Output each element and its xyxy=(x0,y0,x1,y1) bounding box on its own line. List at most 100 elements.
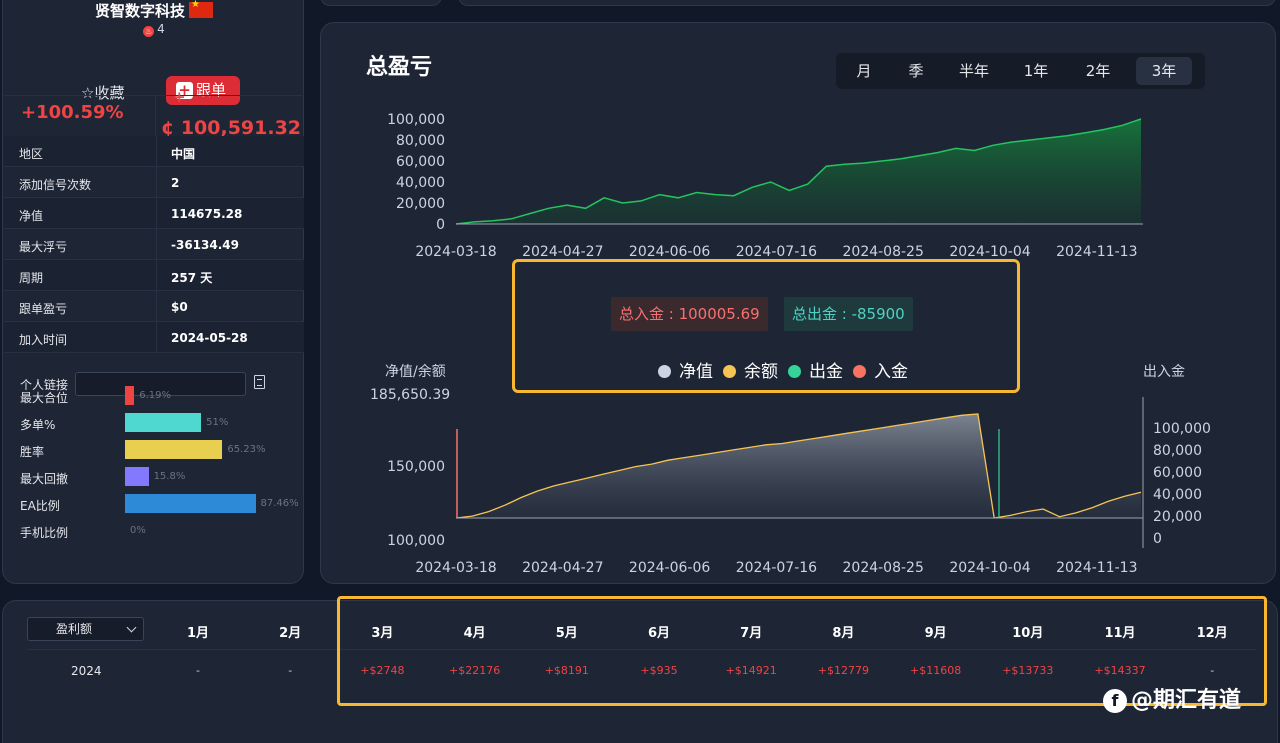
right-tick-label: 100,000 xyxy=(1153,421,1211,437)
stat-label: 净值 xyxy=(19,209,44,223)
stat-row: 加入时间 2024-05-28 xyxy=(4,322,304,353)
year-label: 2024 xyxy=(71,664,102,678)
x-tick-label: 2024-11-13 xyxy=(1056,244,1137,260)
range-tab[interactable]: 3年 xyxy=(1136,57,1192,85)
y-tick-label: 100,000 xyxy=(387,533,445,549)
x-tick-label: 2024-03-18 xyxy=(415,244,496,260)
month-value: - xyxy=(196,664,200,677)
stat-row: 地区 中国 xyxy=(4,136,304,167)
return-percent: +100.59% xyxy=(21,102,124,123)
legend-item[interactable]: 出金 xyxy=(788,357,843,382)
divider xyxy=(156,198,157,229)
equity-balance-chart: 150,000 100,000 100,000 80,000 60,000 40,000 2… xyxy=(387,397,1211,576)
range-tab[interactable]: 季 xyxy=(896,57,936,85)
stat-label: 添加信号次数 xyxy=(19,178,92,192)
range-tab[interactable]: 半年 xyxy=(948,57,1000,85)
stat-row: 净值 114675.28 xyxy=(4,198,304,229)
stat-value: 2 xyxy=(171,176,180,190)
metric-label: 最大合位 xyxy=(20,391,69,405)
divider xyxy=(4,95,304,96)
stat-label: 加入时间 xyxy=(19,333,68,347)
x-tick-label: 2024-08-25 xyxy=(843,244,924,260)
stat-row: 最大浮亏 -36134.49 xyxy=(4,229,304,260)
hot-count: ♨ 4 xyxy=(3,22,305,37)
y-tick-label: 0 xyxy=(436,217,445,233)
pnl-area xyxy=(456,119,1141,224)
divider xyxy=(156,260,157,291)
metric-percent: 87.46% xyxy=(260,498,299,509)
x-tick-label: 2024-10-04 xyxy=(949,560,1030,576)
range-tab[interactable]: 1年 xyxy=(1010,57,1062,85)
month-value: - xyxy=(288,664,293,677)
metric-bar-fill xyxy=(125,494,256,513)
legend-label: 出金 xyxy=(809,362,843,382)
y-tick-label: 80,000 xyxy=(396,133,445,149)
y-tick-label: 150,000 xyxy=(387,459,445,475)
equity-area xyxy=(456,414,1141,518)
pnl-chart-panel: 总盈亏 月季半年 1年 2年 3年 100,000 80,000 60,000 40,000… xyxy=(320,22,1276,584)
metric-label: 多单% xyxy=(20,418,56,432)
top-card-stub-2 xyxy=(458,0,1276,6)
x-tick-label: 2024-07-16 xyxy=(736,560,817,576)
stat-label: 跟单盈亏 xyxy=(19,302,68,316)
monthly-profit-panel: 盈利额 2024 1月 -2月 -3月 +$2748 4月 +$22176 5月 +$8191… xyxy=(2,596,1278,743)
x-tick-label: 2024-06-06 xyxy=(629,244,710,260)
trader-name-text: 贤智数字科技 xyxy=(94,2,185,20)
legend-dot-icon xyxy=(853,365,866,378)
stat-value: 257 天 xyxy=(171,271,213,285)
profit-sign: + xyxy=(173,88,186,106)
y-tick-label: 100,000 xyxy=(387,112,445,128)
right-tick-label: 0 xyxy=(1153,531,1162,547)
divider xyxy=(156,291,157,322)
stat-row: 跟单盈亏 $0 xyxy=(4,291,304,322)
legend-item[interactable]: 余额 xyxy=(723,357,778,382)
metric-bar-row: 胜率 65.23% xyxy=(20,440,310,460)
legend-dot-icon xyxy=(788,365,801,378)
total-deposit-badge: 总入金 : 100005.69 xyxy=(611,297,768,331)
left-axis-title: 净值/余额 xyxy=(385,364,446,380)
metric-percent: 6.19% xyxy=(139,390,172,401)
top-card-stub-1 xyxy=(320,0,442,6)
trader-name: 贤智数字科技 xyxy=(3,0,305,21)
month-header: 1月 xyxy=(186,626,210,641)
metric-bar-fill xyxy=(125,386,135,405)
china-flag-icon xyxy=(189,0,213,18)
chart-title: 总盈亏 xyxy=(366,55,433,80)
metric-label: 最大回撤 xyxy=(20,472,69,486)
legend-label: 入金 xyxy=(874,362,908,382)
legend-highlight-box: 总入金 : 100005.69 总出金 : -85900 净值 余额 出金 入金 xyxy=(512,259,1020,393)
metric-bar-fill xyxy=(125,467,149,486)
range-tab[interactable]: 月 xyxy=(848,57,880,85)
stat-value: 114675.28 xyxy=(171,207,243,221)
watermark: f @期汇有道 xyxy=(1103,682,1241,714)
metric-select[interactable]: 盈利额 xyxy=(27,617,144,641)
metric-bar-row: EA比例 87.46% xyxy=(20,494,310,514)
x-tick-label: 2024-11-13 xyxy=(1056,560,1137,576)
right-tick-label: 80,000 xyxy=(1153,443,1202,459)
metric-label: EA比例 xyxy=(20,499,60,513)
favorite-button[interactable]: ☆收藏 xyxy=(81,82,124,103)
x-tick-label: 2024-03-18 xyxy=(415,560,496,576)
stat-value: $0 xyxy=(171,300,188,314)
metric-bar-row: 多单% 51% xyxy=(20,413,310,433)
trader-profile-panel: 贤智数字科技 ♨4 ☆收藏 +跟单 +100.59% + ¢ 100,591.3… xyxy=(2,0,304,584)
legend-item[interactable]: 净值 xyxy=(658,357,713,382)
divider xyxy=(156,322,157,353)
right-tick-label: 40,000 xyxy=(1153,487,1202,503)
stat-label: 最大浮亏 xyxy=(19,240,68,254)
metric-select-value: 盈利额 xyxy=(56,622,93,636)
y-tick-label: 40,000 xyxy=(396,175,445,191)
metric-label: 胜率 xyxy=(20,445,45,459)
right-axis-title: 出入金 xyxy=(1143,364,1185,380)
metric-percent: 65.23% xyxy=(227,444,266,455)
legend-item[interactable]: 入金 xyxy=(853,357,908,382)
right-tick-label: 60,000 xyxy=(1153,465,1202,481)
legend-label: 余额 xyxy=(744,362,778,382)
metric-percent: 15.8% xyxy=(153,471,186,482)
weibo-logo-icon: f xyxy=(1103,689,1127,713)
legend-dot-icon xyxy=(723,365,736,378)
stat-label: 地区 xyxy=(19,147,44,161)
stat-row: 添加信号次数 2 xyxy=(4,167,304,198)
range-tab[interactable]: 2年 xyxy=(1072,57,1124,85)
metric-percent: 0% xyxy=(130,525,146,536)
